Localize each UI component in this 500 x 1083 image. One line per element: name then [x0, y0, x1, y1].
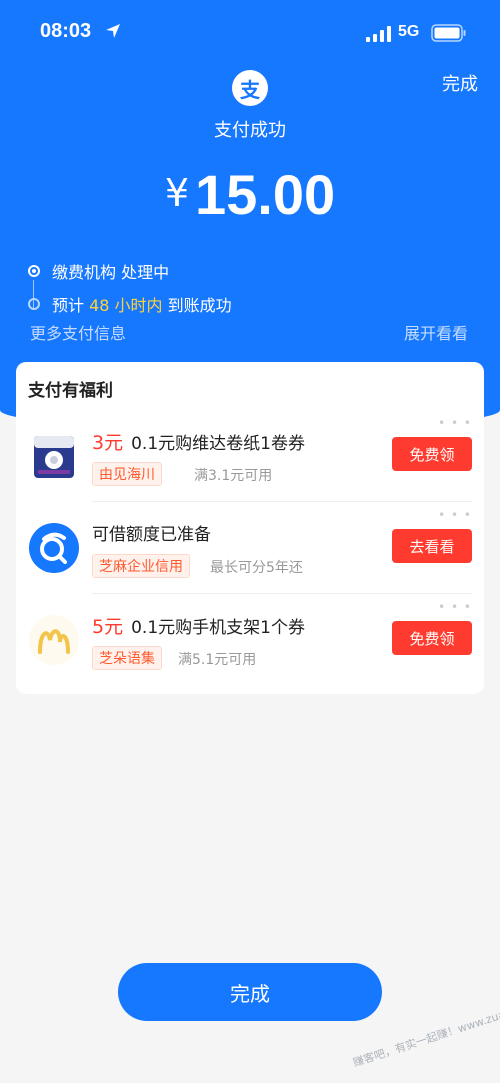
offer-title-line: 可借额度已准备 — [92, 520, 211, 545]
offer-title: 可借额度已准备 — [92, 525, 211, 545]
step-pending-dot-icon — [28, 298, 40, 310]
status-bar: 08:03 5G — [0, 0, 500, 66]
signal-icon — [366, 26, 391, 42]
offer-amount: 5元 — [92, 616, 124, 638]
more-options-icon[interactable]: • • • — [438, 416, 472, 430]
step-arrival-suffix: 到账成功 — [162, 296, 232, 315]
done-link[interactable]: 完成 — [430, 70, 490, 96]
tissue-product-icon — [34, 436, 74, 478]
offer-amount: 3元 — [92, 432, 124, 454]
location-arrow-icon — [106, 24, 120, 38]
payment-status-title: 支付成功 — [214, 120, 286, 141]
currency-symbol: ¥ — [164, 171, 190, 215]
step-processing-label: 缴费机构 处理中 — [52, 263, 170, 282]
complete-button[interactable]: 完成 — [118, 963, 382, 1021]
site-watermark: 赚客吧，有实一起赚！www.zuanke8.com — [351, 991, 500, 1070]
offer-merchant-tag: 由见海川 — [92, 462, 162, 486]
brand-m-logo-icon — [29, 615, 79, 665]
offer-condition: 满5.1元可用 — [178, 652, 257, 668]
arrival-time-highlight: 48 小时内 — [89, 296, 163, 315]
offer-title-line: 3元 0.1元购维达卷纸1卷券 — [92, 428, 305, 455]
credit-search-icon — [29, 523, 79, 573]
payment-amount: ¥15.00 — [0, 162, 500, 227]
alipay-icon: 支 — [232, 70, 268, 106]
step-arrival-label: 预计 48 小时内 到账成功 — [52, 292, 232, 316]
alipay-glyph: 支 — [240, 77, 260, 102]
step-arrival-prefix: 预计 — [52, 296, 90, 315]
benefits-title: 支付有福利 — [28, 381, 113, 401]
more-payment-info-link[interactable]: 更多支付信息 — [30, 320, 126, 344]
battery-icon — [431, 24, 466, 42]
claim-free-button[interactable]: 免费领 — [392, 621, 472, 655]
offer-item-credit[interactable]: • • • 可借额度已准备 芝麻企业信用 最长可分5年还 去看看 — [16, 502, 484, 594]
amount-value: 15.00 — [195, 163, 336, 226]
offer-merchant-tag: 芝麻企业信用 — [92, 554, 190, 578]
expand-link[interactable]: 展开看看 — [404, 320, 468, 344]
offer-title: 0.1元购维达卷纸1卷券 — [131, 434, 305, 454]
network-label: 5G — [398, 23, 420, 40]
timeline-step-arrival: 预计 48 小时内 到账成功 — [28, 289, 232, 319]
offer-title: 0.1元购手机支架1个券 — [131, 618, 305, 638]
status-time: 08:03 — [40, 20, 92, 42]
offer-item-phone-stand[interactable]: • • • 5元 0.1元购手机支架1个券 芝朵语集 满5.1元可用 免费领 — [16, 594, 484, 686]
benefits-card: 支付有福利 • • • 3元 0.1元购维达卷纸1卷券 由见海川 满3.1元可用 … — [16, 362, 484, 694]
offer-item-tissue[interactable]: • • • 3元 0.1元购维达卷纸1卷券 由见海川 满3.1元可用 免费领 — [16, 410, 484, 502]
timeline-step-processing: 缴费机构 处理中 — [28, 256, 169, 286]
more-options-icon[interactable]: • • • — [438, 508, 472, 522]
view-offer-button[interactable]: 去看看 — [392, 529, 472, 563]
more-options-icon[interactable]: • • • — [438, 600, 472, 614]
step-active-dot-icon — [28, 265, 40, 277]
claim-free-button[interactable]: 免费领 — [392, 437, 472, 471]
offer-condition: 满3.1元可用 — [194, 468, 273, 484]
offer-condition: 最长可分5年还 — [210, 560, 303, 576]
offer-merchant-tag: 芝朵语集 — [92, 646, 162, 670]
offer-title-line: 5元 0.1元购手机支架1个券 — [92, 612, 305, 639]
